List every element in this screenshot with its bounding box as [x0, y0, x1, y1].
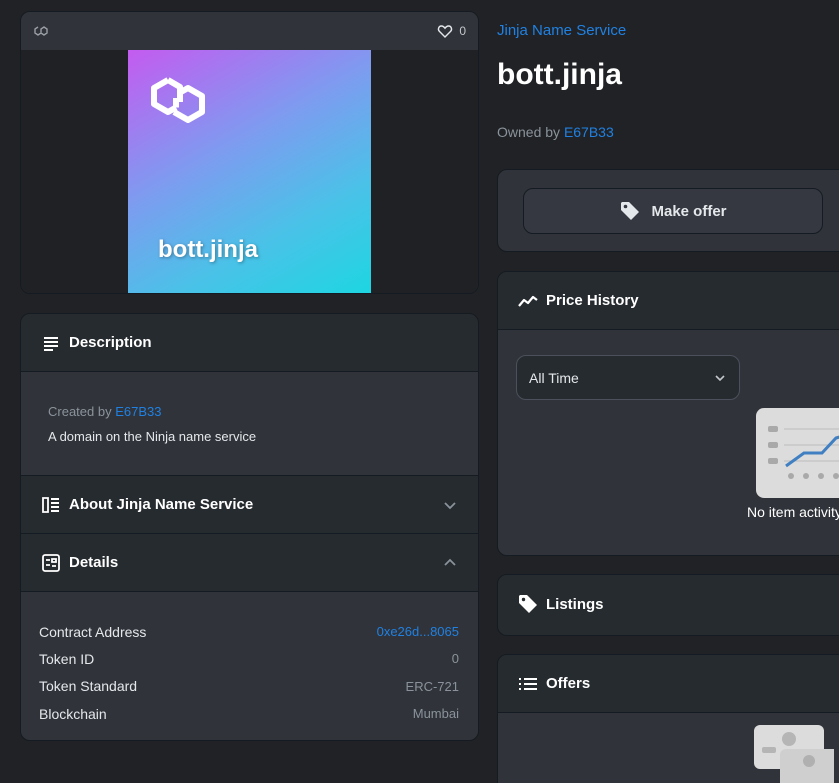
description-header: Description	[21, 314, 478, 372]
chevron-down-icon	[442, 497, 458, 513]
offers-title: Offers	[546, 675, 591, 692]
asset-title: bott.jinja	[497, 58, 622, 91]
owner-link[interactable]: E67B33	[564, 124, 614, 140]
price-history-title: Price History	[546, 292, 639, 309]
offers-body	[498, 713, 839, 783]
offers-card: Offers	[497, 654, 839, 783]
empty-activity-text: No item activity yet	[747, 504, 839, 520]
polygon-logo-icon	[146, 72, 210, 128]
created-by-prefix: Created by	[48, 404, 112, 419]
detail-key: Token ID	[39, 650, 95, 667]
tag-icon	[518, 594, 538, 614]
chevron-down-icon	[713, 371, 727, 385]
heart-icon	[437, 23, 453, 39]
detail-row-blockchain: Blockchain Mumbai	[39, 700, 459, 727]
detail-key: Contract Address	[39, 623, 147, 640]
media-body: bott.jinja	[21, 50, 478, 293]
polygon-chain-icon	[33, 23, 49, 39]
about-collection-toggle[interactable]: About Jinja Name Service	[21, 476, 478, 534]
like-count: 0	[459, 24, 466, 38]
contract-address-link[interactable]: 0xe26d...8065	[377, 624, 459, 639]
price-history-card: Price History All Time No item activity …	[497, 271, 839, 556]
detail-value: 0	[451, 651, 459, 667]
time-range-select[interactable]: All Time	[516, 355, 740, 400]
text-lines-icon	[41, 333, 61, 353]
vertical-split-icon	[41, 495, 61, 515]
detail-value: ERC-721	[405, 678, 459, 694]
detail-key: Blockchain	[39, 705, 107, 722]
description-text: A domain on the Ninja name service	[48, 429, 257, 444]
detail-row-token-id: Token ID 0	[39, 645, 459, 672]
trend-line-icon	[518, 291, 538, 311]
nft-image-caption: bott.jinja	[158, 236, 258, 263]
description-title: Description	[69, 334, 152, 351]
nft-image[interactable]: bott.jinja	[128, 50, 371, 293]
detail-key: Token Standard	[39, 678, 138, 695]
offer-card: Make offer	[497, 169, 839, 252]
time-range-value: All Time	[529, 369, 579, 386]
detail-value: Mumbai	[412, 706, 459, 722]
detail-row-token-standard: Token Standard ERC-721	[39, 673, 459, 700]
offers-header[interactable]: Offers	[498, 655, 839, 713]
empty-offers-illustration	[754, 725, 839, 783]
owned-by-prefix: Owned by	[497, 124, 561, 140]
details-grid-icon	[41, 553, 61, 573]
description-card: Description Created by E67B33 A domain o…	[20, 313, 479, 741]
owned-by-line: Owned by E67B33	[497, 124, 614, 140]
chevron-up-icon	[442, 555, 458, 571]
media-card: 0 bott.jinja	[20, 11, 479, 294]
creator-link[interactable]: E67B33	[115, 404, 161, 419]
favorite-button[interactable]: 0	[437, 23, 466, 39]
price-history-header: Price History	[498, 272, 839, 330]
description-body: Created by E67B33 A domain on the Ninja …	[21, 372, 478, 476]
empty-chart-illustration	[756, 408, 839, 498]
make-offer-label: Make offer	[651, 202, 727, 220]
tag-icon	[619, 200, 641, 222]
detail-row-contract: Contract Address 0xe26d...8065	[39, 618, 459, 645]
created-by-line: Created by E67B33	[48, 404, 451, 419]
listings-card[interactable]: Listings	[497, 574, 839, 636]
price-history-body: All Time No item activity yet	[498, 330, 839, 555]
details-toggle[interactable]: Details	[21, 534, 478, 592]
listings-header[interactable]: Listings	[498, 575, 839, 633]
make-offer-button[interactable]: Make offer	[523, 188, 823, 234]
media-header: 0	[21, 12, 478, 50]
listings-title: Listings	[546, 595, 604, 613]
collection-link[interactable]: Jinja Name Service	[497, 22, 626, 39]
about-collection-title: About Jinja Name Service	[69, 496, 254, 513]
details-body: Contract Address 0xe26d...8065 Token ID …	[21, 592, 478, 740]
details-title: Details	[69, 554, 119, 571]
list-icon	[518, 674, 538, 694]
